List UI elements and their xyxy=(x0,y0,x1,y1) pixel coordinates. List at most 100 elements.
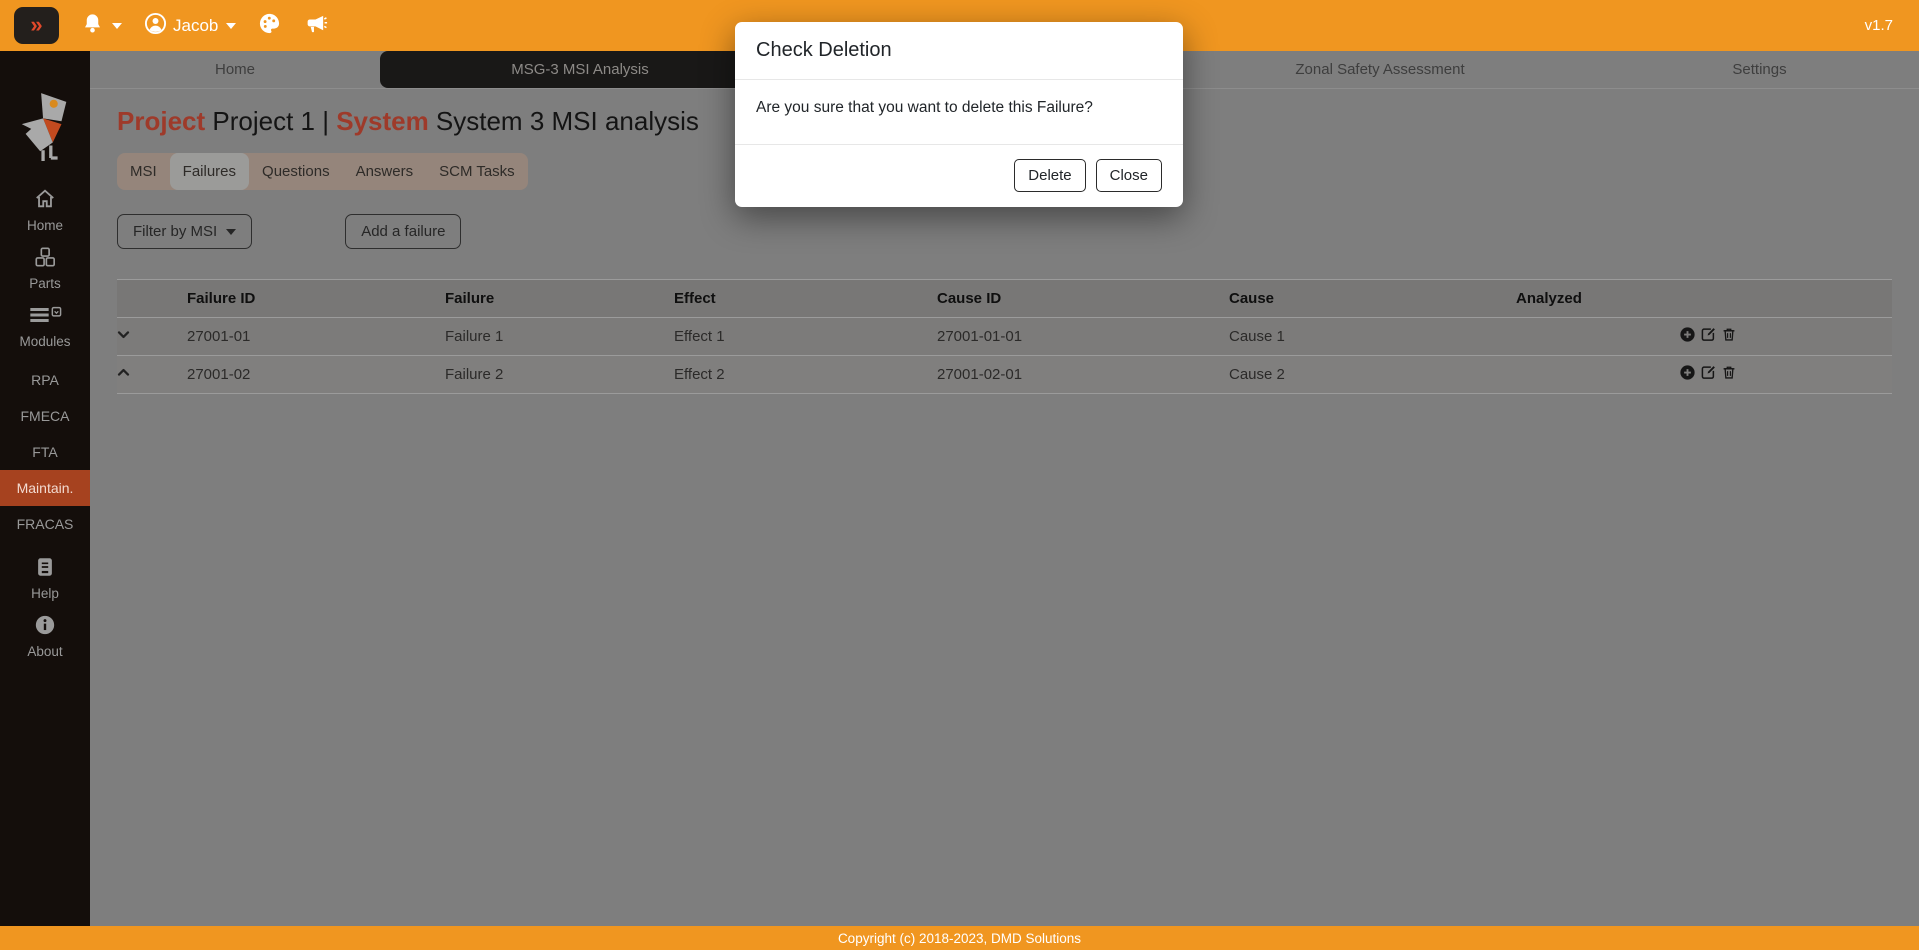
edit-icon[interactable] xyxy=(1701,365,1716,380)
subtab-msi[interactable]: MSI xyxy=(117,153,170,190)
version-label: v1.7 xyxy=(1865,17,1893,34)
sidebar-item-maintain[interactable]: Maintain. xyxy=(0,470,90,506)
chevron-down-icon xyxy=(117,328,130,341)
analysis-subtabs: MSI Failures Questions Answers SCM Tasks xyxy=(117,153,528,190)
help-icon xyxy=(34,556,56,581)
column-header-cause: Cause xyxy=(1229,280,1516,318)
sidebar-toggle-icon: » xyxy=(30,14,42,36)
tab-settings[interactable]: Settings xyxy=(1600,51,1919,88)
system-label: System xyxy=(336,106,429,136)
failures-toolbar: Filter by MSI Add a failure xyxy=(117,214,1892,249)
modal-title: Check Deletion xyxy=(735,22,1183,80)
column-header-cause-id: Cause ID xyxy=(937,280,1229,318)
modal-message: Are you sure that you want to delete thi… xyxy=(735,80,1183,145)
delete-button[interactable]: Delete xyxy=(1014,159,1085,192)
table-header-row: Failure ID Failure Effect Cause ID Cause… xyxy=(117,280,1892,318)
sidebar-item-fracas[interactable]: FRACAS xyxy=(0,506,90,542)
expand-row-toggle[interactable] xyxy=(117,318,187,356)
cell-cause: Cause 2 xyxy=(1229,356,1516,394)
sidebar-item-home[interactable]: Home xyxy=(0,188,90,233)
table-row: 27001-02 Failure 2 Effect 2 27001-02-01 … xyxy=(117,356,1892,394)
sidebar-item-parts[interactable]: Parts xyxy=(0,246,90,291)
chevron-down-icon xyxy=(112,23,122,29)
expand-column-header xyxy=(117,280,187,318)
copyright-text: Copyright (c) 2018-2023, DMD Solutions xyxy=(838,931,1081,946)
app-logo xyxy=(14,89,76,172)
cell-failure: Failure 2 xyxy=(445,356,674,394)
row-actions xyxy=(1680,356,1892,394)
home-icon xyxy=(33,188,57,213)
column-header-analyzed: Analyzed xyxy=(1516,280,1680,318)
cell-failure-id: 27001-01 xyxy=(187,318,445,356)
column-header-effect: Effect xyxy=(674,280,937,318)
about-icon xyxy=(34,614,56,639)
sidebar-item-fta[interactable]: FTA xyxy=(0,434,90,470)
tab-msg3-msi-analysis[interactable]: MSG-3 MSI Analysis xyxy=(380,51,780,88)
system-name: System 3 MSI analysis xyxy=(429,106,699,136)
close-button[interactable]: Close xyxy=(1096,159,1162,192)
add-failure-label: Add a failure xyxy=(361,223,445,240)
actions-column-header xyxy=(1680,280,1892,318)
collapse-row-toggle[interactable] xyxy=(117,356,187,394)
cell-failure: Failure 1 xyxy=(445,318,674,356)
user-menu[interactable]: Jacob xyxy=(144,12,236,40)
trash-icon[interactable] xyxy=(1722,365,1736,380)
cell-cause: Cause 1 xyxy=(1229,318,1516,356)
filter-by-msi-label: Filter by MSI xyxy=(133,223,217,240)
project-label: Project xyxy=(117,106,205,136)
subtab-scm-tasks[interactable]: SCM Tasks xyxy=(426,153,528,190)
sidebar-item-label: Parts xyxy=(29,276,61,291)
sidebar-item-modules[interactable]: Modules xyxy=(0,304,90,349)
user-name: Jacob xyxy=(173,16,218,36)
sidebar-item-label: Home xyxy=(27,218,63,233)
add-failure-button[interactable]: Add a failure xyxy=(345,214,461,249)
sidebar-item-fmeca[interactable]: FMECA xyxy=(0,398,90,434)
cell-cause-id: 27001-01-01 xyxy=(937,318,1229,356)
cell-cause-id: 27001-02-01 xyxy=(937,356,1229,394)
parts-icon xyxy=(33,246,57,271)
modules-icon xyxy=(27,304,63,329)
column-header-failure: Failure xyxy=(445,280,674,318)
theme-button[interactable] xyxy=(258,12,281,40)
sidebar-item-label: About xyxy=(27,644,62,659)
cell-effect: Effect 1 xyxy=(674,318,937,356)
row-actions xyxy=(1680,318,1892,356)
subtab-answers[interactable]: Answers xyxy=(343,153,427,190)
column-header-failure-id: Failure ID xyxy=(187,280,445,318)
cell-analyzed xyxy=(1516,356,1680,394)
edit-icon[interactable] xyxy=(1701,327,1716,342)
sidebar-toggle-button[interactable]: » xyxy=(14,7,59,44)
check-deletion-modal: Check Deletion Are you sure that you wan… xyxy=(735,22,1183,207)
sidebar-item-about[interactable]: About xyxy=(0,614,90,659)
subtab-failures[interactable]: Failures xyxy=(170,153,249,190)
tab-home[interactable]: Home xyxy=(90,51,380,88)
filter-by-msi-dropdown[interactable]: Filter by MSI xyxy=(117,214,252,249)
sidebar-item-help[interactable]: Help xyxy=(0,556,90,601)
subtab-questions[interactable]: Questions xyxy=(249,153,343,190)
failures-table: Failure ID Failure Effect Cause ID Cause… xyxy=(117,279,1892,394)
bell-icon xyxy=(81,12,104,40)
table-row: 27001-01 Failure 1 Effect 1 27001-01-01 … xyxy=(117,318,1892,356)
notifications-menu[interactable] xyxy=(81,12,122,40)
chevron-down-icon xyxy=(226,23,236,29)
sidebar-item-label: Modules xyxy=(19,334,70,349)
plus-circle-icon[interactable] xyxy=(1680,327,1695,342)
announcements-button[interactable] xyxy=(303,12,328,40)
trash-icon[interactable] xyxy=(1722,327,1736,342)
footer: Copyright (c) 2018-2023, DMD Solutions xyxy=(0,926,1919,950)
chevron-down-icon xyxy=(226,229,236,235)
tab-zonal-safety-assessment[interactable]: Zonal Safety Assessment xyxy=(1160,51,1600,88)
person-circle-icon xyxy=(144,12,167,40)
chevron-up-icon xyxy=(117,366,130,379)
project-name: Project 1 | xyxy=(205,106,336,136)
palette-icon xyxy=(258,12,281,40)
megaphone-icon xyxy=(303,12,328,40)
cell-analyzed xyxy=(1516,318,1680,356)
sidebar: Home Parts Modules RPA FMECA FTA Maintai… xyxy=(0,51,90,926)
cell-failure-id: 27001-02 xyxy=(187,356,445,394)
plus-circle-icon[interactable] xyxy=(1680,365,1695,380)
sidebar-item-label: Help xyxy=(31,586,59,601)
modal-footer: Delete Close xyxy=(735,145,1183,207)
cell-effect: Effect 2 xyxy=(674,356,937,394)
sidebar-item-rpa[interactable]: RPA xyxy=(0,362,90,398)
